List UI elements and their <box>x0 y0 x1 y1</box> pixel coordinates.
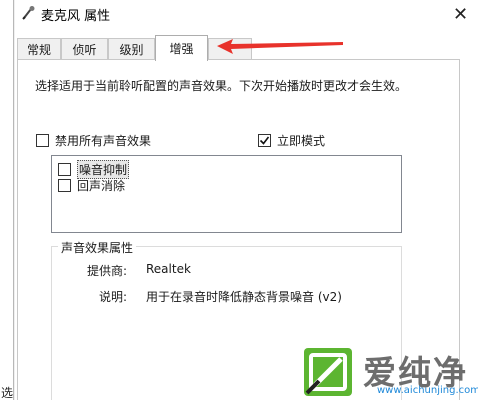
tab-enhancements[interactable]: 增强 <box>155 35 208 61</box>
group-title: 声音效果属性 <box>58 239 137 256</box>
provider-label: 提供商: <box>87 264 128 278</box>
description-text: 选择适用于当前聆听配置的声音效果。下次开始播放时更改才会生效。 <box>35 79 408 93</box>
immediate-mode-checkbox[interactable]: 立即模式 <box>258 132 325 149</box>
background-window-edge: 选 <box>0 0 14 400</box>
tab-levels[interactable]: 级别 <box>108 38 155 60</box>
watermark-logo-icon <box>304 348 352 396</box>
effect-label: 回声消除 <box>77 179 126 193</box>
description-label: 说明: <box>99 290 128 304</box>
tab-general[interactable]: 常规 <box>17 38 61 60</box>
close-button[interactable]: ✕ <box>443 0 478 28</box>
microphone-properties-dialog: 麦克风 属性 ✕ 常规 侦听 级别 增强 选择适用于当前聆听配置的声音效果。下次… <box>15 0 478 400</box>
microphone-icon <box>22 6 35 20</box>
disable-all-effects-checkbox[interactable]: 禁用所有声音效果 <box>36 132 151 149</box>
watermark-url: www.aichunjing.com <box>377 385 478 396</box>
annotation-arrow <box>217 39 343 54</box>
window-title: 麦克风 属性 <box>41 9 111 24</box>
background-edge-text: 选 <box>1 386 14 400</box>
checkbox-box[interactable] <box>58 179 71 192</box>
effects-listbox[interactable]: 噪音抑制 回声消除 <box>51 155 402 233</box>
immediate-mode-label: 立即模式 <box>277 134 326 148</box>
provider-value: Realtek <box>146 262 191 276</box>
title-bar: 麦克风 属性 ✕ <box>15 0 478 28</box>
checkbox-box[interactable] <box>58 163 71 176</box>
tab-listen[interactable]: 侦听 <box>61 38 108 60</box>
checkbox-box[interactable] <box>36 134 49 147</box>
description-value: 用于在录音时降低静态背景噪音 (v2) <box>146 290 342 304</box>
effect-item-echo-cancellation[interactable]: 回声消除 <box>58 177 125 194</box>
checkbox-box[interactable] <box>258 134 271 147</box>
checkmark-icon <box>259 136 270 145</box>
disable-all-effects-label: 禁用所有声音效果 <box>55 134 152 148</box>
